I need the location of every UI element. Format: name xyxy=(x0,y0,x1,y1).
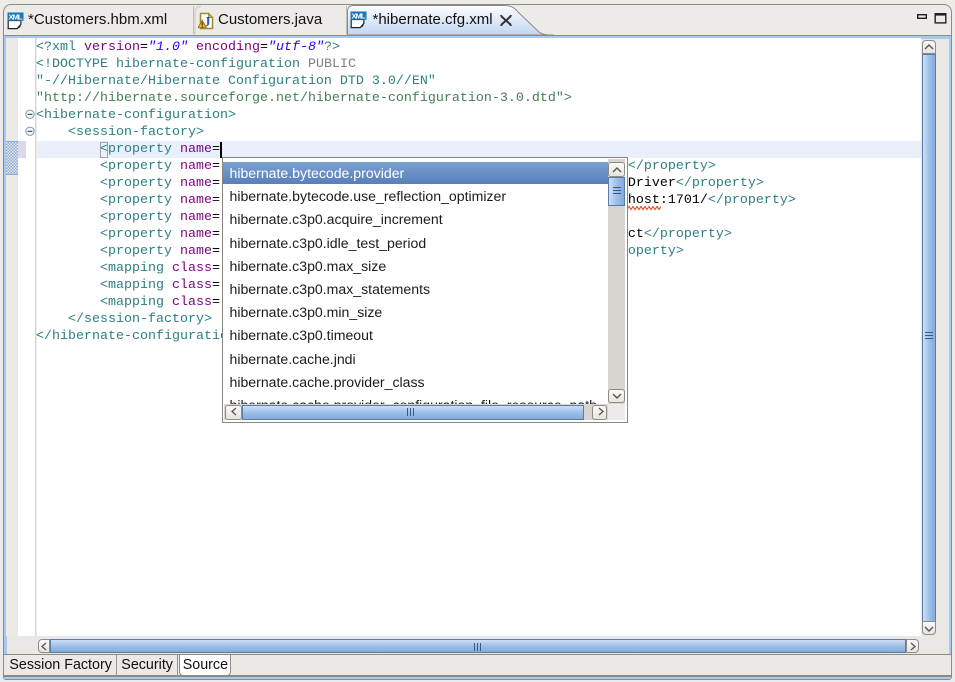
svg-text:XML: XML xyxy=(9,12,23,21)
svg-text:XML: XML xyxy=(352,11,366,20)
